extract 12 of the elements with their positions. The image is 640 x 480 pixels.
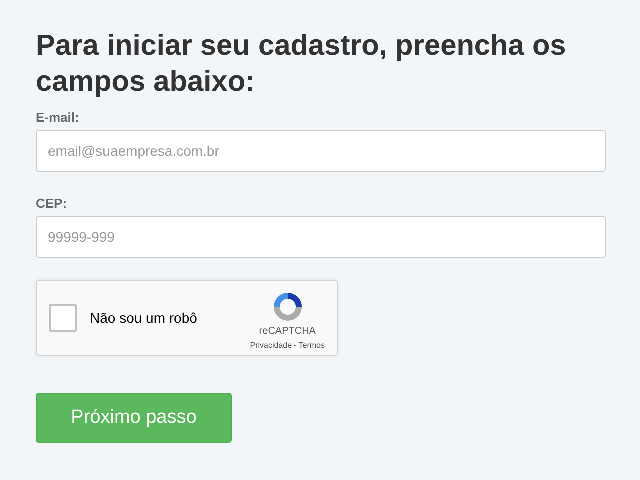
page-heading: Para iniciar seu cadastro, preencha os campos abaixo:: [36, 29, 568, 100]
privacy-link[interactable]: Privacidade: [250, 341, 292, 351]
recaptcha-logo-icon: [272, 291, 304, 323]
recaptcha-brand: reCAPTCHA: [259, 326, 316, 338]
link-separator: -: [294, 341, 297, 351]
terms-link[interactable]: Termos: [298, 341, 325, 351]
input-field[interactable]: email@suaempresa.com.br: [36, 130, 606, 172]
captcha-checkbox[interactable]: [49, 304, 77, 332]
field-label: E-mail:: [36, 110, 80, 125]
captcha-label: Não sou um robô: [90, 308, 198, 328]
input-field[interactable]: 99999-999: [36, 216, 606, 258]
field-label: CEP:: [36, 196, 68, 211]
